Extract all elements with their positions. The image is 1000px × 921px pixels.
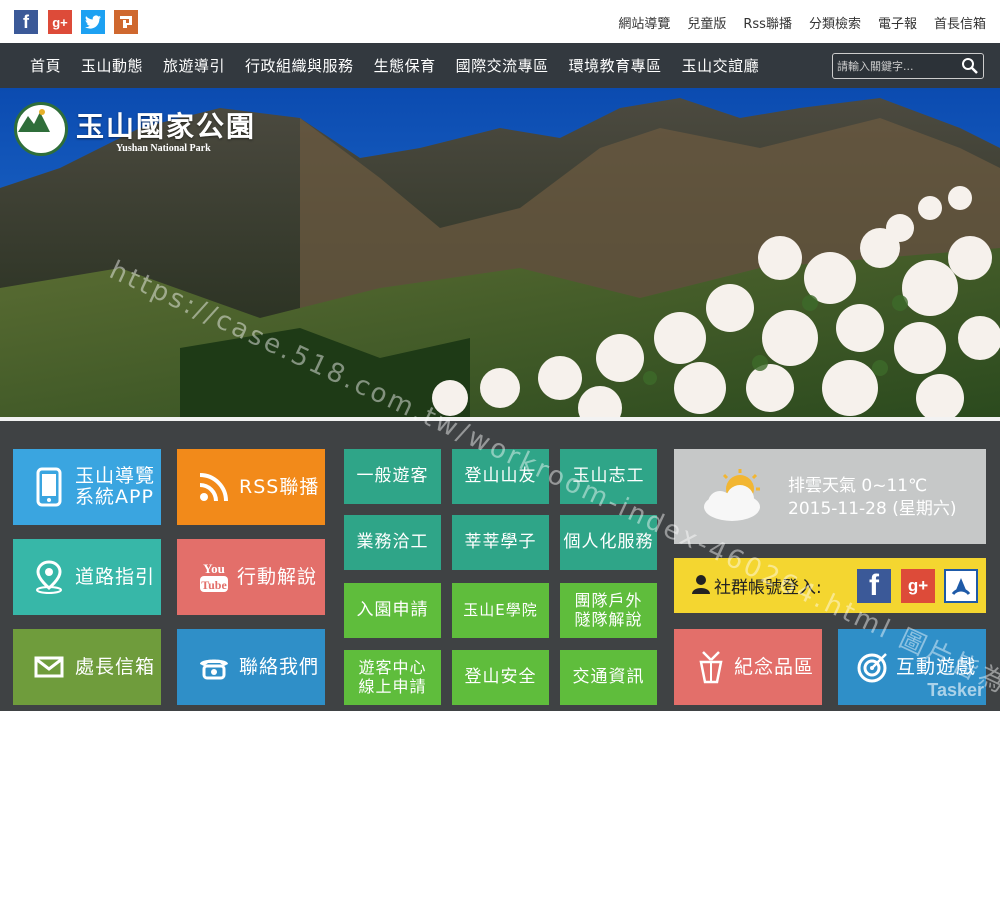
- facebook-login-icon[interactable]: f: [857, 569, 891, 603]
- partly-cloudy-icon: [696, 467, 776, 531]
- tile-entry-apply[interactable]: 入園申請: [344, 583, 441, 638]
- youtube-icon: You Tube: [191, 560, 237, 594]
- utility-links: 網站導覽 兒童版 Rss聯播 分類檢索 電子報 首長信箱: [618, 13, 986, 32]
- svg-text:You: You: [203, 561, 225, 576]
- tile-road-guide-label: 道路指引: [75, 567, 155, 588]
- tile-rss-label: RSS聯播: [239, 477, 319, 498]
- tile-contact-us-label: 聯絡我們: [239, 657, 319, 678]
- tile-climb-safety[interactable]: 登山安全: [452, 650, 549, 705]
- hero-banner: 玉山國家公園 Yushan National Park: [0, 88, 1000, 417]
- tile-road-guide[interactable]: 道路指引: [13, 539, 161, 615]
- tile-visitor-center[interactable]: 遊客中心 線上申請: [344, 650, 441, 705]
- user-icon: [692, 574, 710, 598]
- search-input[interactable]: [837, 57, 961, 75]
- main-nav: 首頁 玉山動態 旅遊導引 行政組織與服務 生態保育 國際交流專區 環境教育專區 …: [0, 43, 1000, 88]
- tile-app-guide-label-2: 系統APP: [75, 487, 155, 508]
- search-box: [832, 53, 984, 79]
- mail-icon: [23, 656, 75, 678]
- googleplus-login-icon[interactable]: g+: [901, 569, 935, 603]
- tile-director-mail[interactable]: 處長信箱: [13, 629, 161, 705]
- social-login-label: 社群帳號登入:: [714, 573, 822, 598]
- util-link-category[interactable]: 分類檢索: [809, 13, 861, 32]
- util-link-sitemap[interactable]: 網站導覽: [618, 13, 670, 32]
- tile-transport-info[interactable]: 交通資訊: [560, 650, 657, 705]
- tile-contact-us[interactable]: 聯絡我們: [177, 629, 325, 705]
- phone-icon: [189, 654, 239, 680]
- util-link-rss[interactable]: Rss聯播: [743, 13, 792, 32]
- googleplus-icon[interactable]: g+: [48, 10, 72, 34]
- tile-business[interactable]: 業務洽工: [344, 515, 441, 570]
- tile-volunteers[interactable]: 玉山志工: [560, 449, 657, 504]
- smartphone-icon: [23, 467, 75, 507]
- tile-director-mail-label: 處長信箱: [75, 657, 155, 678]
- rss-icon: [189, 471, 239, 503]
- util-link-kids[interactable]: 兒童版: [687, 13, 726, 32]
- tile-souvenirs[interactable]: 紀念品區: [674, 629, 822, 705]
- weather-temperature: 排雲天氣 0~11℃: [788, 475, 956, 498]
- nav-item-admin[interactable]: 行政組織與服務: [245, 55, 354, 76]
- svg-text:Tube: Tube: [201, 578, 227, 592]
- util-link-director-mail[interactable]: 首長信箱: [934, 13, 986, 32]
- map-pin-icon: [23, 560, 75, 594]
- site-logo[interactable]: 玉山國家公園 Yushan National Park: [14, 102, 256, 156]
- tile-general-visitor[interactable]: 一般遊客: [344, 449, 441, 504]
- top-utility-bar: f g+ 網站導覽 兒童版 Rss聯播 分類檢索 電子報 首長信箱: [0, 0, 1000, 43]
- logo-title: 玉山國家公園: [76, 105, 256, 145]
- park-emblem-icon: [14, 102, 68, 156]
- nav-item-ecology[interactable]: 生態保育: [374, 55, 436, 76]
- nav-item-education[interactable]: 環境教育專區: [569, 55, 662, 76]
- gov-login-icon[interactable]: [944, 569, 978, 603]
- tile-rss[interactable]: RSS聯播: [177, 449, 325, 525]
- tile-group-outdoor-line-1: 團隊戶外: [574, 592, 642, 610]
- tile-app-guide-label-1: 玉山導覽: [75, 466, 155, 487]
- tile-students[interactable]: 莘莘學子: [452, 515, 549, 570]
- twitter-icon[interactable]: [81, 10, 105, 34]
- target-icon: [850, 651, 896, 683]
- tile-e-academy[interactable]: 玉山E學院: [452, 583, 549, 638]
- tile-personal-service[interactable]: 個人化服務: [560, 515, 657, 570]
- tile-app-guide[interactable]: 玉山導覽系統APP: [13, 449, 161, 525]
- weather-date: 2015-11-28 (星期六): [788, 498, 956, 521]
- tile-group-outdoor[interactable]: 團隊戶外 隧隊解說: [560, 583, 657, 638]
- nav-item-home[interactable]: 首頁: [30, 55, 61, 76]
- search-icon[interactable]: [961, 57, 979, 75]
- util-link-newsletter[interactable]: 電子報: [878, 13, 917, 32]
- gift-icon: [688, 650, 734, 684]
- tile-group-outdoor-line-2: 隧隊解說: [574, 611, 642, 629]
- tile-mobile-guide[interactable]: You Tube 行動解說: [177, 539, 325, 615]
- nav-item-international[interactable]: 國際交流專區: [456, 55, 549, 76]
- weather-widget: 排雲天氣 0~11℃ 2015-11-28 (星期六): [674, 449, 986, 544]
- facebook-icon[interactable]: f: [14, 10, 38, 34]
- plurk-icon[interactable]: [114, 10, 138, 34]
- tasker-logo: Tasker: [927, 680, 984, 701]
- tile-mobile-guide-label: 行動解說: [237, 567, 317, 588]
- nav-item-lounge[interactable]: 玉山交誼廳: [682, 55, 760, 76]
- tile-hikers[interactable]: 登山山友: [452, 449, 549, 504]
- tile-visitor-center-line-1: 遊客中心: [358, 659, 426, 677]
- tile-visitor-center-line-2: 線上申請: [358, 678, 426, 696]
- nav-item-travel[interactable]: 旅遊導引: [163, 55, 225, 76]
- nav-item-news[interactable]: 玉山動態: [81, 55, 143, 76]
- social-login-bar: 社群帳號登入: f g+: [674, 558, 986, 613]
- tile-souvenirs-label: 紀念品區: [734, 657, 814, 678]
- tile-interactive-games-label: 互動遊戲: [896, 657, 976, 678]
